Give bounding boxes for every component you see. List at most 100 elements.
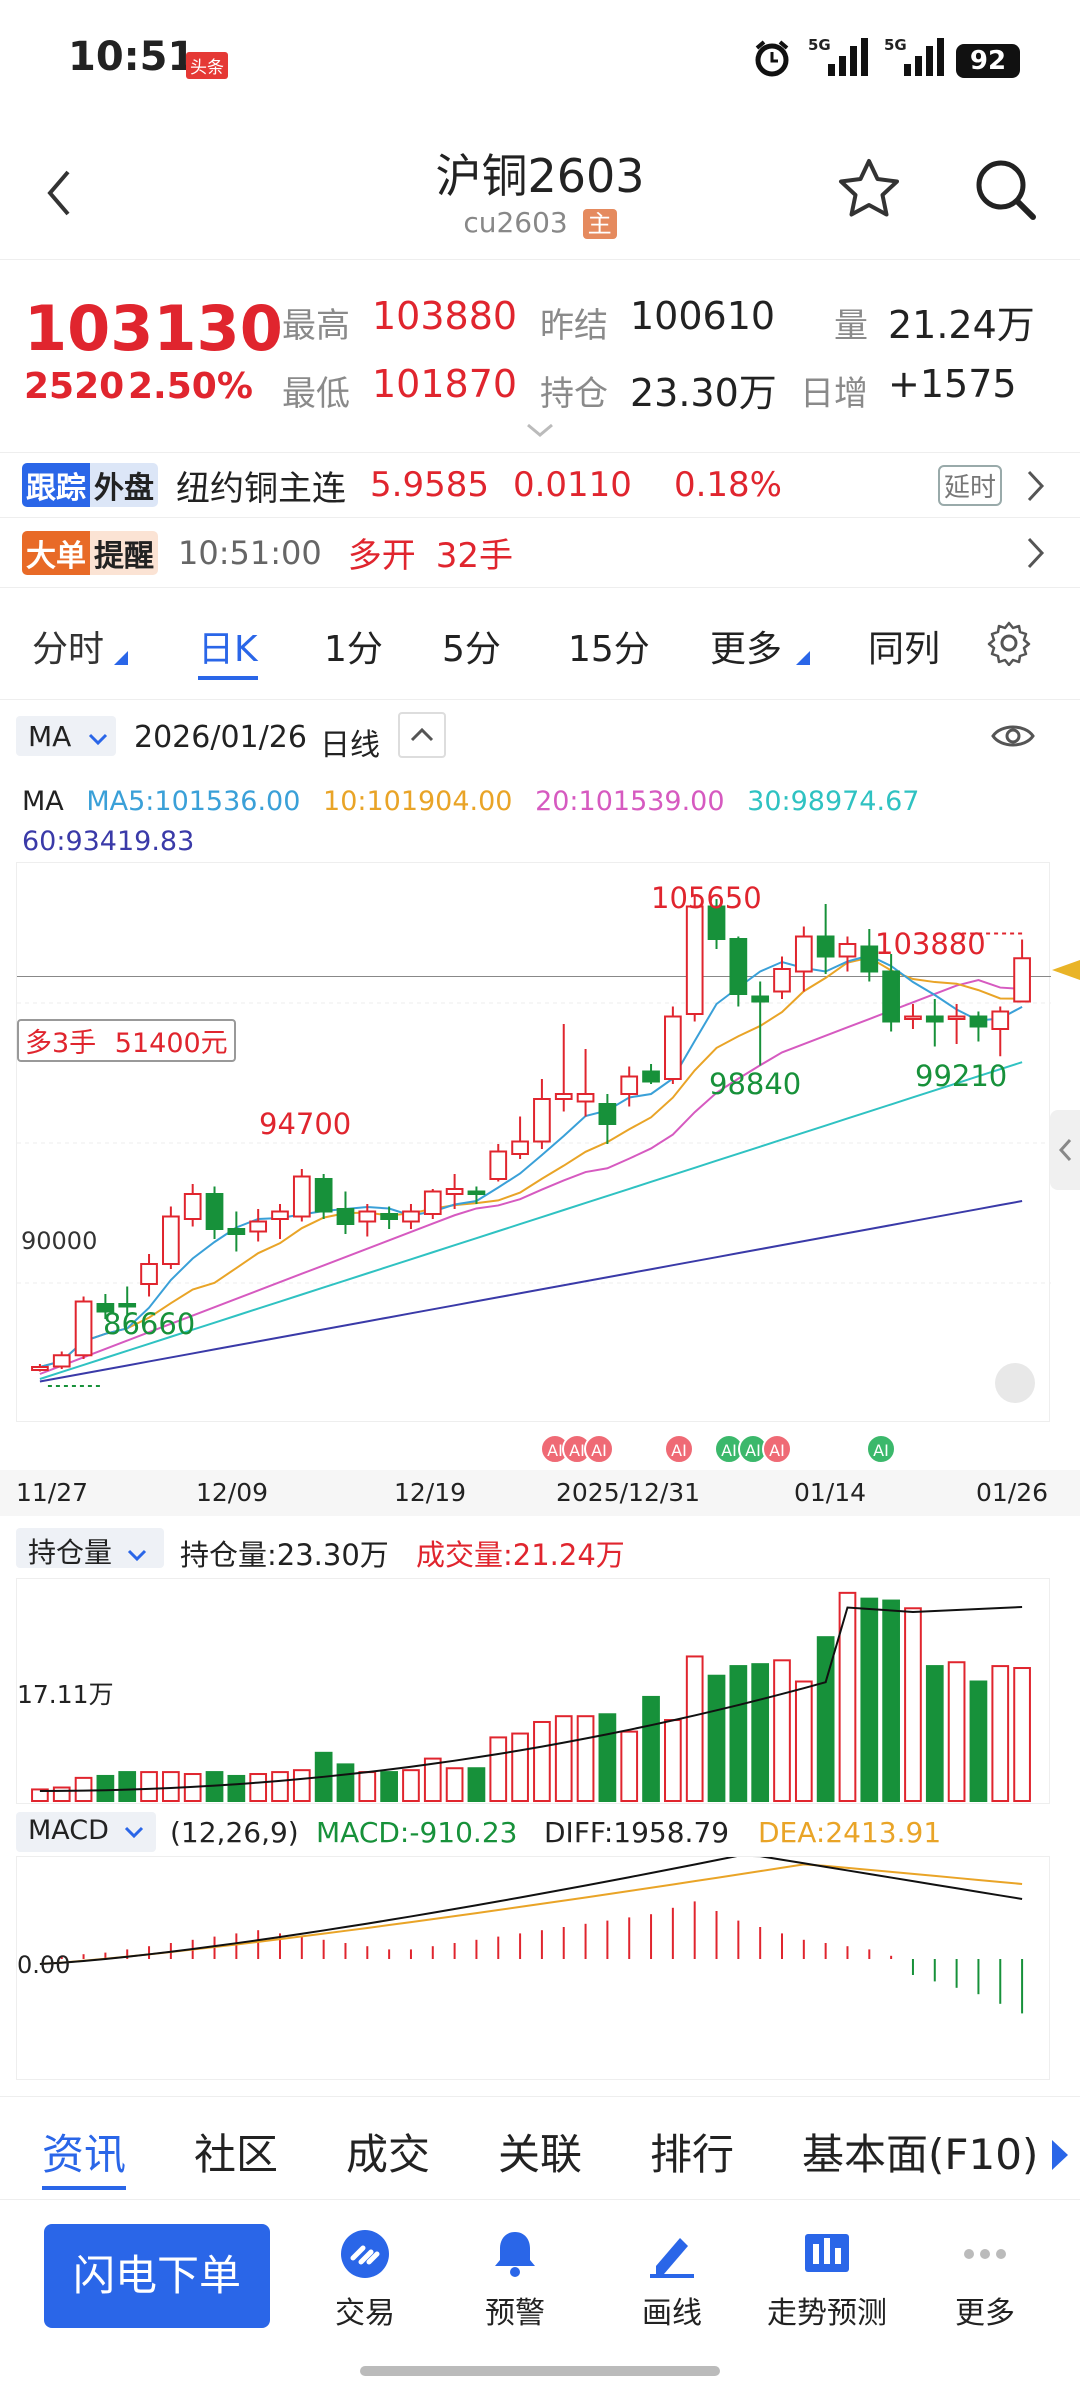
tab-more[interactable]: 更多: [710, 620, 782, 672]
big-order-alert-row[interactable]: 大单 提醒 10:51:00 多开 32手: [0, 518, 1080, 588]
chart-toolbar: MA 2026/01/26 日线: [0, 702, 1080, 768]
tab-related[interactable]: 关联: [498, 2121, 582, 2182]
candle-body: [620, 1075, 639, 1095]
tab-fundamentals[interactable]: 基本面(F10): [802, 2121, 1038, 2182]
volume-chart-area[interactable]: 17.11万: [16, 1578, 1050, 1804]
more-button[interactable]: 更多: [930, 2228, 1040, 2332]
more-label: 更多: [955, 2296, 1015, 2331]
alarm-icon: [752, 38, 792, 82]
tab-15min[interactable]: 15分: [568, 620, 650, 672]
date-tick: 01/14: [794, 1478, 867, 1507]
side-drawer-handle[interactable]: [1050, 1110, 1080, 1190]
date-tick: 12/19: [394, 1478, 467, 1507]
tab-ranking[interactable]: 排行: [650, 2121, 734, 2182]
bell-icon: [495, 2232, 535, 2277]
macd-indicator-select[interactable]: MACD: [16, 1812, 156, 1852]
status-bar: 10:51 头条 5G 5G 92: [0, 0, 1080, 120]
volume-bar: [249, 1773, 268, 1803]
axis-label-90000: 90000: [21, 1227, 98, 1255]
dropdown-triangle-icon: [796, 650, 810, 669]
candle-body: [816, 935, 835, 958]
date-tick: 12/09: [196, 1478, 269, 1507]
candle-body: [402, 1210, 420, 1223]
candle-body: [576, 1093, 595, 1103]
chevron-right-icon[interactable]: [1026, 536, 1046, 574]
chevron-right-icon[interactable]: [1026, 469, 1046, 507]
volume-bar: [380, 1771, 398, 1803]
tab-same-list[interactable]: 同列: [868, 620, 940, 672]
trend-predict-button[interactable]: 走势预测: [762, 2228, 892, 2332]
more-dots-icon: [964, 2249, 1006, 2259]
macd-chart-area[interactable]: 0.00: [16, 1856, 1050, 2080]
ai-badge[interactable]: AI: [866, 1434, 896, 1464]
settings-gear-icon[interactable]: [986, 620, 1032, 670]
ma60-value: 60:93419.83: [22, 826, 195, 857]
period-tabs: 分时 日K 1分 5分 15分 更多 同列: [0, 590, 1080, 700]
candle-body: [533, 1098, 551, 1143]
tab-1min[interactable]: 1分: [324, 620, 383, 672]
position-tag[interactable]: 多3手 51400元: [17, 1019, 236, 1062]
macd-panel-header: MACD (12,26,9) MACD:-910.23 DIFF:1958.79…: [0, 1810, 1080, 1854]
dropdown-triangle-icon: [114, 650, 128, 669]
search-icon[interactable]: [972, 156, 1038, 226]
ma30-value: 30:98974.67: [747, 786, 920, 817]
candle-body: [1013, 957, 1031, 1003]
status-time: 10:51: [68, 34, 196, 80]
main-badge: 主: [582, 209, 617, 239]
volume-indicator-select[interactable]: 持仓量: [16, 1528, 164, 1569]
volume-bar: [74, 1776, 93, 1802]
volume-bar: [336, 1763, 355, 1803]
macd-params: (12,26,9): [170, 1816, 299, 1849]
warning-button[interactable]: 预警: [460, 2228, 570, 2332]
trade-button[interactable]: 交易: [310, 2228, 420, 2332]
tab-trades[interactable]: 成交: [346, 2121, 430, 2182]
ai-badge[interactable]: AI: [584, 1434, 614, 1464]
candle-body: [489, 1150, 508, 1180]
candle-body: [554, 1093, 573, 1100]
indicator-select[interactable]: MA: [16, 716, 116, 756]
volume-bar: [904, 1607, 922, 1803]
outer-market-row[interactable]: 跟踪 外盘 纽约铜主连 5.9585 0.0110 0.18% 延时: [0, 452, 1080, 518]
volume-bar: [511, 1732, 529, 1802]
content-tabs: 资讯 社区 成交 关联 排行 基本面(F10): [0, 2096, 1080, 2200]
expand-chevron-icon[interactable]: [526, 422, 554, 442]
daily-increase-value: +1575: [888, 362, 1017, 406]
flash-order-button[interactable]: 闪电下单: [44, 2224, 270, 2328]
daily-increase-label: 日增: [800, 374, 868, 414]
ai-badge[interactable]: AI: [762, 1434, 792, 1464]
tab-5min[interactable]: 5分: [442, 620, 501, 672]
eye-icon[interactable]: [990, 716, 1036, 760]
tab-news[interactable]: 资讯: [42, 2121, 127, 2190]
tab-timeshare[interactable]: 分时: [32, 620, 104, 672]
ai-badge[interactable]: AI: [664, 1434, 694, 1464]
candle-body: [31, 1366, 49, 1371]
outer-name: 纽约铜主连: [176, 468, 346, 509]
volume-bar: [52, 1786, 71, 1803]
candle-body: [271, 1210, 289, 1220]
macd-zero-label: 0.00: [17, 1951, 71, 1979]
fullscreen-icon[interactable]: [995, 1363, 1035, 1403]
label-low-b: 99210: [915, 1059, 1008, 1093]
candle-body: [794, 935, 813, 973]
ai-badge-row: AI AI AI AI AI AI AI AI: [0, 1432, 1080, 1468]
trend-predict-label: 走势预测: [767, 2296, 887, 2331]
volume-bar: [751, 1663, 770, 1802]
tab-daily-k[interactable]: 日K: [198, 620, 258, 680]
scroll-right-icon[interactable]: [1050, 2133, 1070, 2182]
volume-bar: [925, 1665, 944, 1802]
volume-bar: [162, 1771, 180, 1803]
outer-pct: 0.18%: [673, 465, 782, 505]
last-price: 103130: [24, 292, 283, 365]
collapse-button[interactable]: [398, 712, 446, 758]
trade-label: 交易: [335, 2296, 395, 2331]
draw-line-button[interactable]: 画线: [612, 2228, 732, 2332]
candle-body: [74, 1300, 93, 1357]
candle-body: [467, 1190, 486, 1195]
candle-body: [969, 1015, 988, 1028]
tab-community[interactable]: 社区: [194, 2121, 278, 2182]
star-icon[interactable]: [836, 156, 902, 226]
volume-axis-label: 17.11万: [17, 1680, 114, 1709]
candle-body: [925, 1015, 944, 1023]
home-indicator: [360, 2366, 720, 2376]
kline-chart-area[interactable]: 105650 103880 94700 86660 98840 99210 90…: [16, 862, 1051, 1422]
